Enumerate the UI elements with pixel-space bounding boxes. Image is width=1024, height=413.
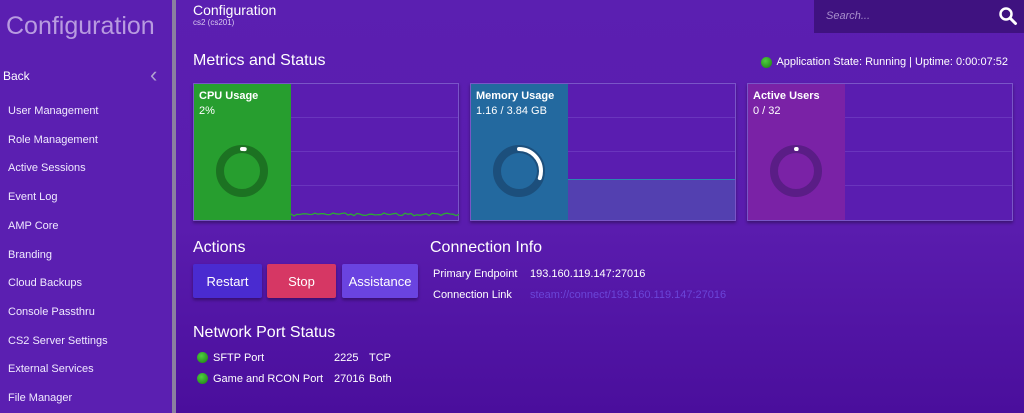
port-name: Game and RCON Port [213,373,323,385]
grid-line [568,117,735,118]
metric-value: 1.16 / 3.84 GB [476,105,547,117]
sidebar-item[interactable]: Active Sessions [8,162,86,174]
cpu-sparkline [291,84,459,220]
sidebar-item[interactable]: Event Log [8,191,58,203]
sidebar-resize-handle[interactable] [172,0,176,413]
state-text: Application State: Running | Uptime: 0:0… [776,56,1008,68]
stop-button[interactable]: Stop [267,264,336,298]
port-status-led-icon [197,373,208,384]
port-number: 27016 [334,373,365,385]
ports-heading: Network Port Status [193,324,335,342]
collapse-chevron-icon[interactable]: ‹ [150,62,157,88]
sidebar-item[interactable]: CS2 Server Settings [8,335,108,347]
assistance-button[interactable]: Assistance [342,264,418,298]
port-status-led-icon [197,352,208,363]
port-name: SFTP Port [213,352,264,364]
sidebar-item[interactable]: Role Management [8,134,98,146]
connection-heading: Connection Info [430,239,542,257]
application-state: Application State: Running | Uptime: 0:0… [761,56,1008,68]
connection-link[interactable]: steam://connect/193.160.119.147:27016 [530,289,726,301]
sidebar: Configuration Back ‹ User Management Role… [0,0,172,413]
port-number: 2225 [334,352,358,364]
gauge-ring [212,141,272,201]
metric-card: Active Users 0 / 32 [747,83,1013,221]
sidebar-title: Configuration [6,12,155,41]
status-led-icon [761,57,772,68]
grid-line [845,117,1012,118]
metric-title: Memory Usage [476,90,554,102]
search-input[interactable]: Search... [826,10,870,22]
sidebar-item[interactable]: AMP Core [8,220,59,232]
gauge-ring [766,141,826,201]
link-label: Connection Link [433,289,512,301]
metric-value: 2% [199,105,215,117]
search-box[interactable]: Search... [814,0,1024,33]
grid-line [845,151,1012,152]
metric-title: Active Users [753,90,820,102]
sidebar-item[interactable]: Branding [8,249,52,261]
memory-area-fill [568,179,735,220]
restart-button[interactable]: Restart [193,264,262,298]
grid-line [568,151,735,152]
search-icon[interactable] [998,6,1018,31]
sidebar-item[interactable]: Cloud Backups [8,277,82,289]
sidebar-item[interactable]: User Management [8,105,99,117]
actions-heading: Actions [193,239,245,257]
page-title: Configuration [193,2,276,18]
endpoint-value: 193.160.119.147:27016 [530,268,645,280]
metrics-heading: Metrics and Status [193,52,326,70]
instance-subtitle: cs2 (cs201) [193,18,234,27]
metric-card: CPU Usage 2% [193,83,459,221]
metric-title: CPU Usage [199,90,258,102]
metric-card: Memory Usage 1.16 / 3.84 GB [470,83,736,221]
gauge-ring [489,141,549,201]
endpoint-label: Primary Endpoint [433,268,517,280]
sidebar-item[interactable]: External Services [8,363,94,375]
metric-value: 0 / 32 [753,105,781,117]
grid-line [845,185,1012,186]
sidebar-item[interactable]: File Manager [8,392,72,404]
sidebar-item[interactable]: Console Passthru [8,306,95,318]
back-link[interactable]: Back [3,69,30,83]
port-protocol: Both [369,373,392,385]
port-protocol: TCP [369,352,391,364]
